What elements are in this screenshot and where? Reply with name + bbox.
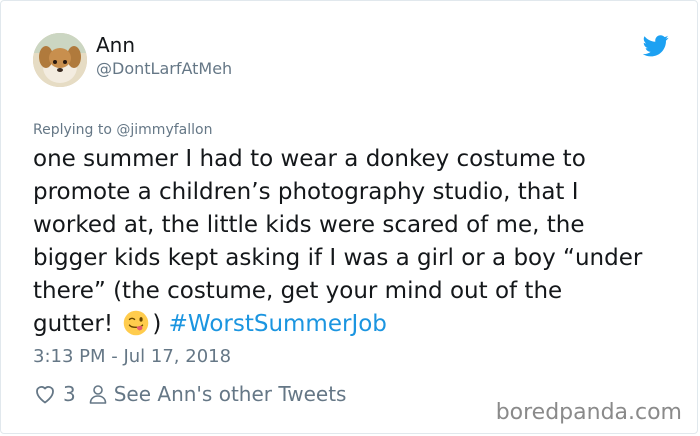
- tweet-card: Ann @DontLarfAtMeh Replying to @jimmyfal…: [0, 0, 698, 434]
- reply-context: Replying to @jimmyfallon: [33, 121, 212, 139]
- tweet-actions: 3 See Ann's other Tweets: [33, 381, 346, 407]
- reply-mention-link[interactable]: @jimmyfallon: [116, 122, 212, 138]
- see-other-tweets-link[interactable]: See Ann's other Tweets: [114, 382, 347, 406]
- person-icon: [89, 385, 107, 404]
- tweet-text-line: promote a children’s photography studio,…: [33, 179, 579, 205]
- reply-prefix: Replying to: [33, 122, 112, 138]
- tweet-text: one summer I had to wear a donkey costum…: [33, 143, 683, 341]
- tweet-timestamp[interactable]: 3:13 PM - Jul 17, 2018: [33, 346, 231, 368]
- tweet-text-line: worked at, the little kids were scared o…: [33, 212, 585, 238]
- author-handle[interactable]: @DontLarfAtMeh: [96, 59, 232, 79]
- like-count: 3: [63, 382, 76, 406]
- twitter-bird-icon[interactable]: [643, 35, 669, 57]
- tweet-text-fragment: gutter!: [33, 311, 114, 337]
- avatar[interactable]: [33, 33, 87, 87]
- tweet-text-line: bigger kids kept asking if I was a girl …: [33, 245, 643, 271]
- boredpanda-watermark: boredpanda.com: [495, 400, 682, 425]
- tweet-text-line: there” (the costume, get your mind out o…: [33, 278, 563, 304]
- tweet-text-line: one summer I had to wear a donkey costum…: [33, 146, 586, 172]
- avatar-dog-image: [33, 33, 87, 87]
- winking-tongue-emoji-icon: [124, 310, 149, 336]
- tweet-text-last-line: gutter! ) #WorstSummerJob: [33, 308, 683, 341]
- heart-icon[interactable]: [33, 382, 57, 406]
- tweet-text-fragment: ): [152, 311, 162, 337]
- author-name[interactable]: Ann: [96, 33, 135, 57]
- hashtag-link[interactable]: #WorstSummerJob: [169, 311, 387, 337]
